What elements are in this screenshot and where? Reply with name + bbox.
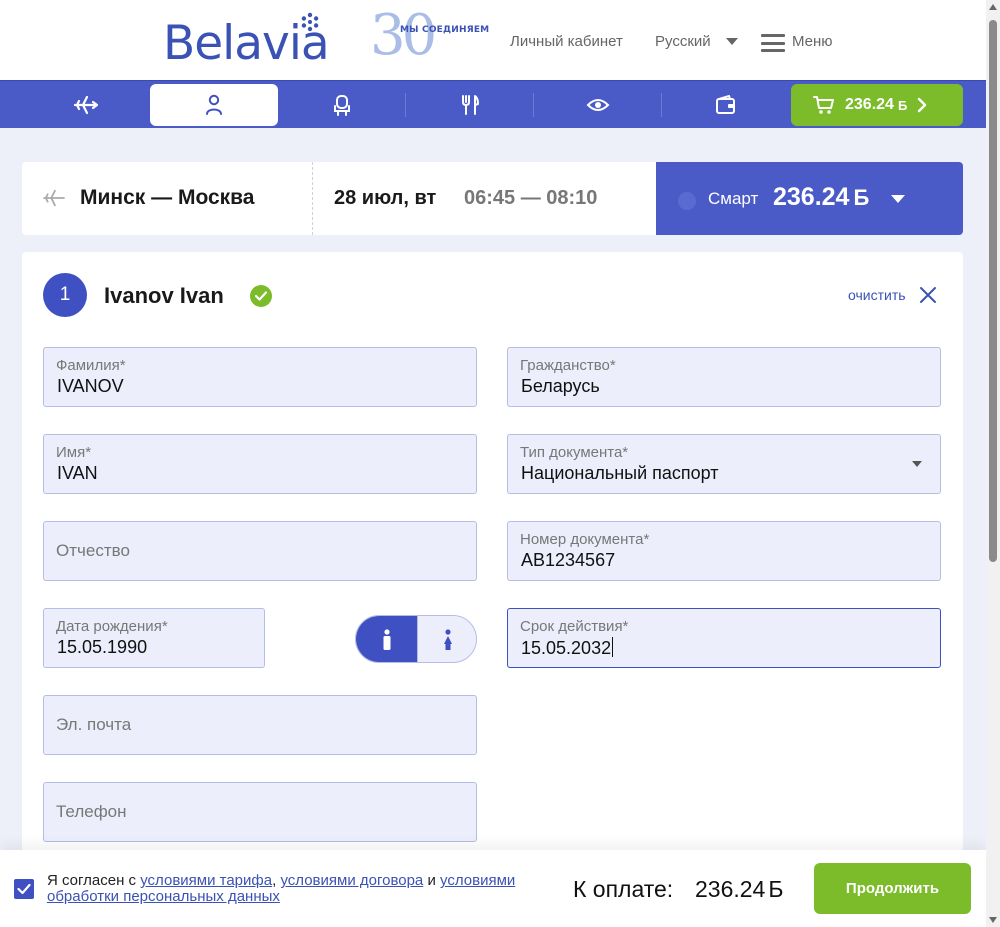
anniversary-number: 30: [370, 3, 437, 68]
field-label: Тип документа*: [520, 444, 629, 461]
cart-icon: [813, 96, 834, 114]
plane-icon: [73, 95, 99, 115]
anniversary-logo: 30 МЫ СОЕДИНЯЕМ: [370, 6, 489, 66]
language-select[interactable]: Русский: [655, 33, 711, 50]
chevron-down-icon[interactable]: [726, 38, 738, 45]
field-value: Беларусь: [521, 376, 600, 396]
step-extras[interactable]: [534, 84, 662, 126]
passenger-name: Ivanov Ivan: [104, 283, 224, 308]
agree-text: Я согласен с условиями тарифа, условиями…: [47, 872, 516, 905]
hamburger-menu-icon[interactable]: [761, 34, 785, 52]
personal-cabinet-link[interactable]: Личный кабинет: [510, 33, 623, 50]
flight-summary: Минск — Москва 28 июл, вт 06:45 — 08:10 …: [22, 162, 963, 235]
passenger-number-badge: 1: [43, 273, 87, 317]
wallet-icon: [716, 95, 735, 114]
fare-selector[interactable]: Смарт 236.24 Б: [656, 162, 963, 235]
contract-terms-link[interactable]: условиями договора: [280, 872, 423, 889]
field-placeholder: Отчество: [56, 541, 130, 560]
field-value: 15.05.1990: [57, 637, 148, 657]
birthdate-field[interactable]: Дата рождения* 15.05.1990: [43, 608, 265, 668]
checkout-footer: Я согласен с условиями тарифа, условиями…: [0, 850, 986, 927]
checkmark-icon: [17, 883, 31, 895]
document-expiry-field[interactable]: Срок действия* 15.05.2032: [507, 608, 941, 668]
name-field[interactable]: Имя* IVAN: [43, 434, 477, 494]
anniversary-tagline: МЫ СОЕДИНЯЕМ: [400, 25, 490, 35]
booking-steps-bar: 236.24 Б: [0, 80, 986, 128]
gender-female-button[interactable]: [417, 616, 476, 662]
cart-amount: 236.24: [845, 96, 894, 113]
clear-link[interactable]: очистить: [848, 287, 906, 303]
chevron-down-icon[interactable]: [891, 195, 905, 203]
surname-field[interactable]: Фамилия* IVANOV: [43, 347, 477, 407]
site-header: Belavia 30 МЫ СОЕДИНЯЕМ Личный кабинет Р…: [0, 0, 986, 80]
field-value: IVAN: [57, 463, 98, 483]
field-value: IVANOV: [57, 376, 124, 396]
field-placeholder: Эл. почта: [56, 715, 132, 734]
gender-male-button[interactable]: [356, 616, 417, 662]
step-payment[interactable]: [662, 84, 790, 126]
step-seats[interactable]: [278, 84, 406, 126]
scroll-up-arrow-icon[interactable]: [989, 4, 997, 10]
citizenship-field[interactable]: Гражданство* Беларусь: [507, 347, 941, 407]
continue-button[interactable]: Продолжить: [814, 863, 971, 914]
patronymic-field[interactable]: Отчество: [43, 521, 477, 581]
document-number-field[interactable]: Номер документа* AB1234567: [507, 521, 941, 581]
field-label: Фамилия*: [56, 357, 126, 374]
close-icon[interactable]: [919, 286, 937, 304]
fare-name: Смарт: [708, 189, 759, 208]
page-scrollbar[interactable]: [986, 0, 1000, 927]
field-value: 15.05.2032: [521, 637, 614, 658]
flight-date: 28 июл, вт: [334, 187, 437, 209]
step-passengers[interactable]: [150, 84, 278, 126]
plane-icon: [43, 189, 65, 207]
flight-route: Минск — Москва: [80, 186, 255, 209]
snowflake-icon: [301, 12, 319, 32]
scroll-down-arrow-icon[interactable]: [989, 917, 997, 923]
divider: [312, 162, 313, 235]
scrollbar-thumb[interactable]: [989, 20, 997, 562]
passenger-card: 1 Ivanov Ivan очистить Фамилия* IVANOV И…: [22, 252, 963, 872]
field-value: AB1234567: [521, 550, 616, 570]
eye-icon: [586, 99, 610, 111]
phone-field[interactable]: Телефон: [43, 782, 477, 842]
total-label: К оплате:: [573, 876, 674, 902]
cart-currency: Б: [897, 97, 908, 113]
total-amount: 236.24 Б: [695, 876, 784, 902]
text-cursor: [612, 637, 614, 657]
field-placeholder: Телефон: [56, 802, 127, 821]
field-value: Национальный паспорт: [521, 463, 719, 483]
field-label: Гражданство*: [520, 357, 616, 374]
gender-toggle[interactable]: [355, 615, 477, 663]
belavia-logo[interactable]: Belavia: [163, 12, 330, 70]
cart-button[interactable]: 236.24 Б: [791, 84, 963, 126]
step-meals[interactable]: [406, 84, 534, 126]
field-label: Дата рождения*: [56, 618, 168, 635]
fare-icon: [678, 192, 696, 210]
field-label: Имя*: [56, 444, 92, 461]
check-circle-icon: [250, 285, 272, 307]
email-field[interactable]: Эл. почта: [43, 695, 477, 755]
field-label: Срок действия*: [520, 618, 629, 635]
step-flights[interactable]: [22, 84, 150, 126]
chevron-right-icon: [918, 97, 927, 113]
tariff-terms-link[interactable]: условиями тарифа: [140, 872, 272, 889]
seat-icon: [334, 95, 350, 116]
passenger-icon: [206, 94, 222, 115]
male-icon: [383, 629, 390, 650]
chevron-down-icon[interactable]: [912, 461, 922, 467]
meal-icon: [462, 95, 479, 115]
menu-link[interactable]: Меню: [792, 33, 833, 50]
fare-price: 236.24 Б: [773, 183, 870, 211]
field-label: Номер документа*: [520, 531, 650, 548]
document-type-select[interactable]: Тип документа* Национальный паспорт: [507, 434, 941, 494]
agree-checkbox[interactable]: [14, 879, 34, 899]
female-icon: [444, 629, 452, 650]
flight-time: 06:45 — 08:10: [464, 187, 598, 209]
